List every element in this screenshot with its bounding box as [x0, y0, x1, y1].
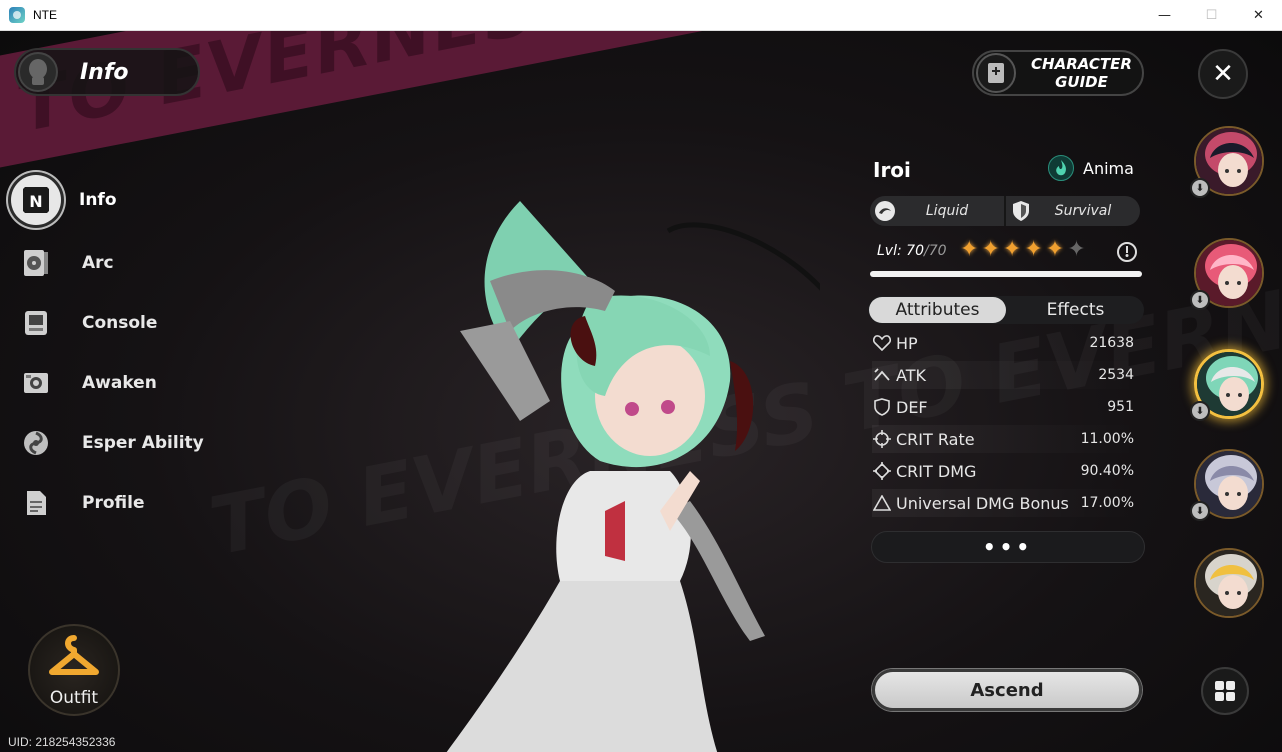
outfit-button[interactable]: Outfit — [28, 624, 120, 716]
attribute-row-crit-dmg: CRIT DMG 90.40% — [872, 457, 1140, 485]
menu-item-profile[interactable]: Profile — [14, 478, 234, 528]
attribute-row-crit-rate: CRIT Rate 11.00% — [872, 425, 1140, 453]
menu-item-console[interactable]: Console — [14, 298, 234, 348]
tag-liquid[interactable]: Liquid — [870, 196, 1004, 226]
star-rating: ✦ ✦ ✦ ✦ ✦ ✦ — [960, 239, 1089, 261]
star-filled-icon: ✦ — [1024, 237, 1043, 262]
download-icon[interactable]: ⬇ — [1190, 401, 1210, 421]
star-empty-icon: ✦ — [1067, 237, 1086, 262]
stats-tab-switch: Attributes Effects — [868, 296, 1144, 324]
character-guide-button[interactable]: CHARACTER GUIDE — [972, 50, 1144, 96]
console-icon — [14, 301, 58, 345]
star-filled-icon: ✦ — [981, 237, 1000, 262]
menu-label: Arc — [82, 253, 114, 273]
game-viewport: TO EVERNESS TO EVERNESS TO EVERNESS TO E… — [0, 31, 1282, 752]
shield-icon — [1008, 198, 1034, 224]
attribute-row-atk: ATK 2534 — [872, 361, 1140, 389]
tag-label: Liquid — [925, 203, 969, 219]
lock-icon[interactable] — [1117, 242, 1137, 262]
menu-item-info[interactable]: N Info — [11, 175, 234, 225]
attribute-row-def: DEF 951 — [872, 393, 1140, 421]
star-filled-icon: ✦ — [1045, 237, 1065, 262]
tab-attributes[interactable]: Attributes — [869, 297, 1006, 323]
attribute-row-universal-dmg-bonus: Universal DMG Bonus 17.00% — [872, 489, 1140, 517]
book-plus-icon — [976, 53, 1016, 93]
download-icon[interactable]: ⬇ — [1190, 501, 1210, 521]
tag-label: Survival — [1054, 203, 1112, 219]
window-controls: — ☐ ✕ — [1141, 0, 1282, 31]
liquid-swirl-icon — [872, 198, 898, 224]
header-pill: Info — [14, 48, 200, 96]
character-portrait-5[interactable] — [1190, 548, 1266, 624]
app-icon — [9, 7, 25, 23]
anima-flame-icon — [1048, 155, 1074, 181]
grid-icon — [1215, 681, 1235, 701]
window-titlebar: NTE — ☐ ✕ — [0, 0, 1282, 31]
crit-crosshair-icon — [872, 429, 892, 449]
menu-item-awaken[interactable]: Awaken — [14, 358, 234, 408]
menu-label: Console — [82, 313, 158, 333]
profile-document-icon — [14, 481, 58, 525]
window-title: NTE — [33, 8, 57, 22]
star-filled-icon: ✦ — [1002, 237, 1022, 262]
ascend-button[interactable]: Ascend — [872, 669, 1142, 711]
download-icon[interactable]: ⬇ — [1190, 178, 1210, 198]
character-model-illustration — [446, 201, 820, 752]
close-button[interactable]: ✕ — [1198, 49, 1248, 99]
maximize-button[interactable]: ☐ — [1188, 0, 1235, 31]
nte-logo-icon: N — [11, 175, 61, 225]
xp-bar — [870, 271, 1142, 277]
element-badge: Anima — [1048, 155, 1134, 181]
attribute-row-hp: HP 21638 — [872, 329, 1140, 357]
character-portrait-4[interactable]: ⬇ — [1190, 449, 1266, 525]
menu-label: Info — [79, 190, 117, 210]
menu-label: Profile — [82, 493, 145, 513]
guide-label: CHARACTER GUIDE — [1031, 55, 1132, 91]
atk-chevron-icon — [872, 365, 892, 385]
esper-swirl-icon — [14, 421, 58, 465]
triangle-icon — [872, 493, 892, 513]
character-portrait-1[interactable]: ⬇ — [1190, 126, 1266, 202]
arc-icon — [14, 241, 58, 285]
character-portrait-iroi[interactable]: ⬇ — [1190, 349, 1266, 425]
grid-view-button[interactable] — [1201, 667, 1249, 715]
more-attributes-button[interactable]: ••• — [871, 531, 1145, 563]
menu-label: Awaken — [82, 373, 157, 393]
page-title: Info — [80, 59, 129, 85]
crit-dmg-crosshair-icon — [872, 461, 892, 481]
minimize-button[interactable]: — — [1141, 0, 1188, 31]
mask-icon — [18, 52, 58, 92]
download-icon[interactable]: ⬇ — [1190, 290, 1210, 310]
def-shield-icon — [872, 397, 892, 417]
menu-label: Esper Ability — [82, 433, 204, 453]
character-portrait-2[interactable]: ⬇ — [1190, 238, 1266, 314]
character-name: Iroi — [873, 158, 911, 182]
xp-bar-fill — [870, 271, 1142, 277]
role-tags: Liquid Survival — [870, 196, 1140, 226]
awaken-icon — [14, 361, 58, 405]
outfit-label: Outfit — [49, 688, 99, 708]
svg-text:N: N — [29, 192, 42, 211]
heart-icon — [872, 333, 892, 353]
window-close-button[interactable]: ✕ — [1235, 0, 1282, 31]
menu-item-esper-ability[interactable]: Esper Ability — [14, 418, 234, 468]
tag-survival[interactable]: Survival — [1004, 196, 1140, 226]
star-filled-icon: ✦ — [960, 237, 979, 262]
level-readout: Lvl: 70/70 — [877, 243, 947, 259]
menu-item-arc[interactable]: Arc — [14, 238, 234, 288]
uid-label: UID: 218254352336 — [8, 735, 116, 749]
portrait-image — [1194, 548, 1264, 618]
tab-effects[interactable]: Effects — [1007, 296, 1144, 324]
element-label: Anima — [1083, 158, 1134, 178]
hanger-icon — [49, 635, 99, 675]
